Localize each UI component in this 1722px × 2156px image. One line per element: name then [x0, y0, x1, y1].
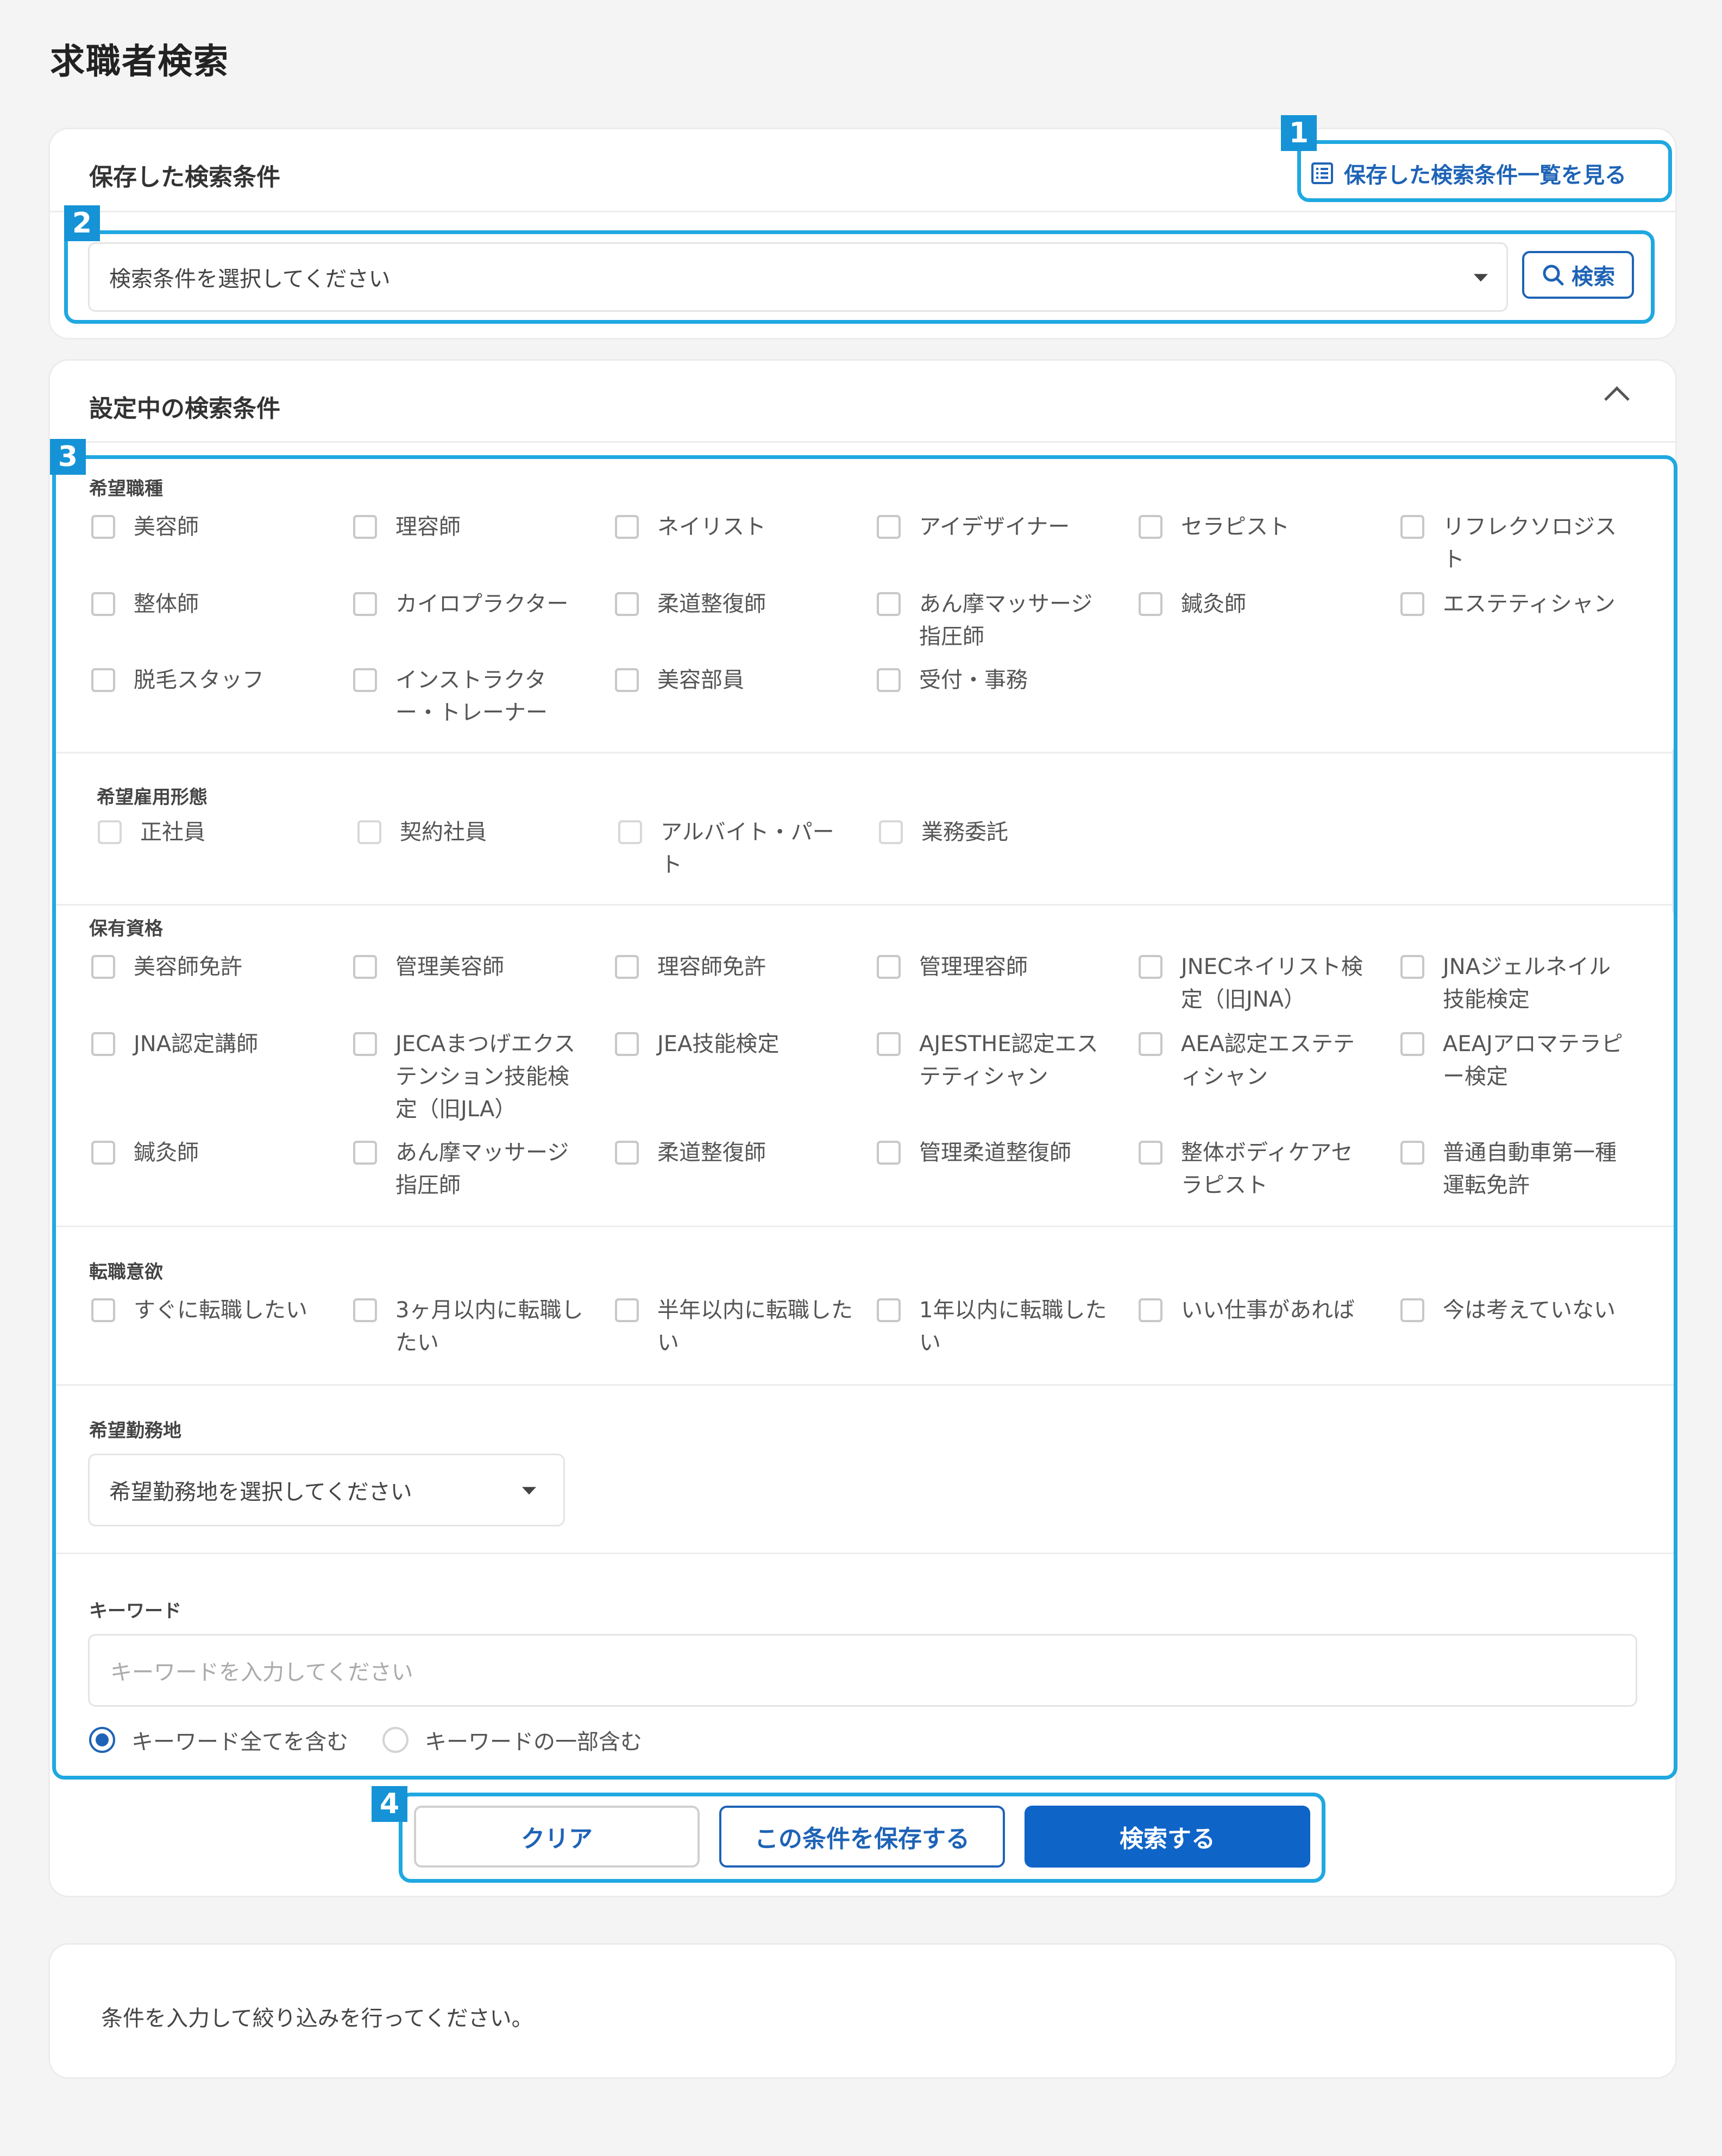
badge-2: 2	[64, 205, 100, 241]
highlight-1	[1297, 140, 1672, 202]
current-card-divider	[50, 441, 1675, 443]
highlight-3	[52, 455, 1677, 1780]
badge-1: 1	[1281, 115, 1317, 151]
results-note: 条件を入力して絞り込みを行ってください。	[101, 2006, 533, 2031]
page-title: 求職者検索	[50, 42, 229, 82]
saved-search-heading: 保存した検索条件	[89, 164, 280, 191]
badge-4: 4	[372, 1786, 407, 1822]
saved-card-divider	[50, 211, 1675, 212]
current-conditions-heading: 設定中の検索条件	[89, 395, 280, 423]
highlight-4	[399, 1793, 1325, 1883]
badge-3: 3	[50, 439, 86, 475]
highlight-2	[64, 230, 1655, 324]
